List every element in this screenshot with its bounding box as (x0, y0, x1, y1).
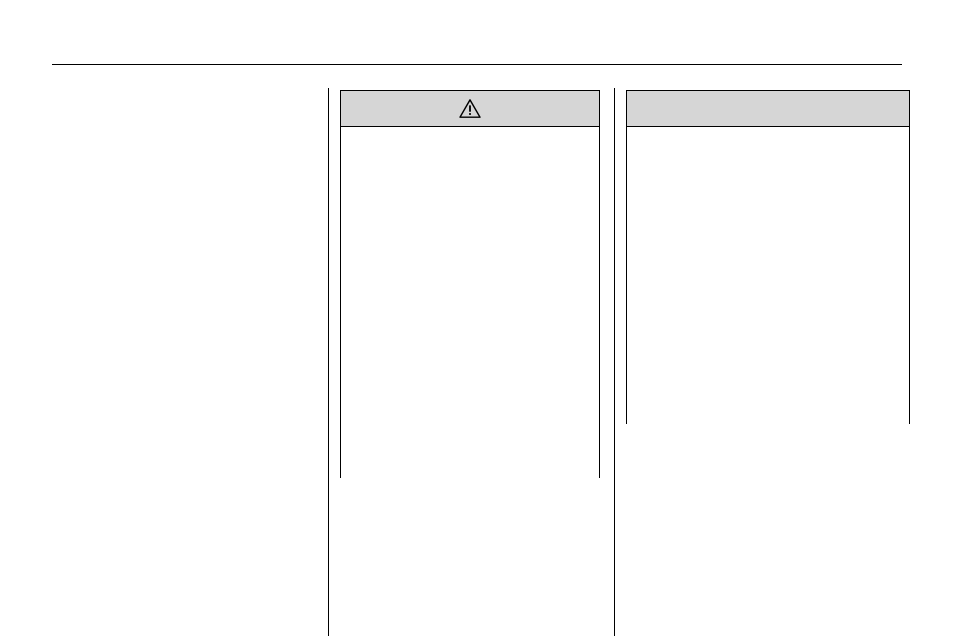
callout-box-right (626, 90, 910, 424)
column-divider-right (614, 88, 615, 636)
callout-box-right-body (627, 127, 909, 425)
callout-box-left (340, 90, 600, 478)
callout-box-right-header (627, 91, 909, 127)
callout-box-left-body (341, 127, 599, 479)
column-divider-left (328, 88, 329, 636)
warning-icon (459, 99, 481, 119)
top-horizontal-rule (52, 64, 902, 65)
callout-box-left-header (341, 91, 599, 127)
